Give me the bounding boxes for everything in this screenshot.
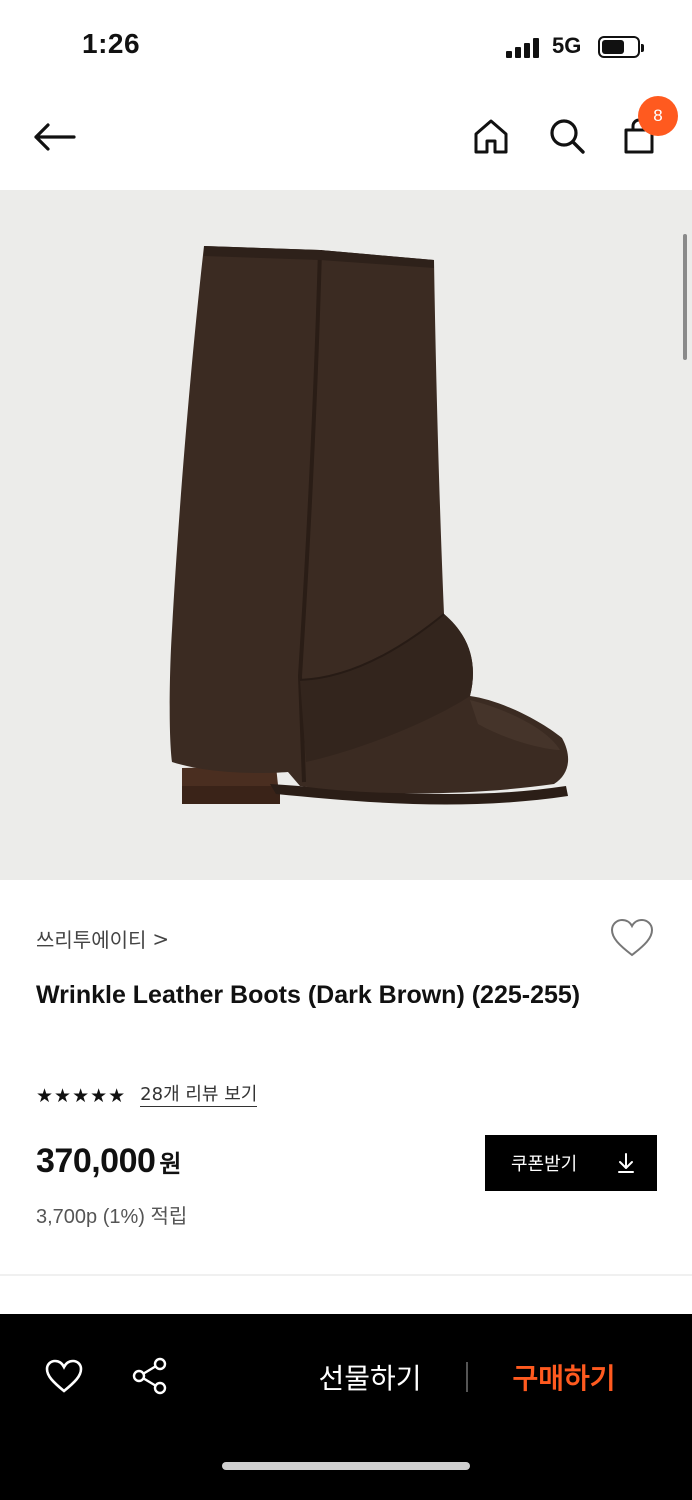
- status-bar: 1:26 5G: [0, 0, 692, 90]
- back-button[interactable]: [28, 115, 80, 159]
- bottom-wishlist-button[interactable]: [42, 1354, 86, 1398]
- share-button[interactable]: [128, 1354, 172, 1398]
- share-icon: [132, 1357, 167, 1395]
- image-scrollbar[interactable]: [683, 234, 687, 360]
- boot-illustration: [169, 246, 569, 805]
- gift-button[interactable]: 선물하기: [300, 1354, 440, 1400]
- reward-points: 3,700p (1%) 적립: [36, 1206, 188, 1228]
- price-value: 370,000: [36, 1142, 156, 1180]
- signal-strength-icon: [506, 38, 544, 58]
- section-divider: [0, 1274, 692, 1276]
- cart-count-badge: 8: [638, 96, 678, 136]
- back-arrow-icon: [34, 123, 76, 151]
- network-label: 5G: [552, 33, 582, 58]
- download-icon: [618, 1153, 634, 1173]
- heart-icon: [45, 1359, 83, 1393]
- wishlist-button[interactable]: [606, 914, 658, 962]
- home-indicator[interactable]: [222, 1462, 470, 1470]
- top-nav-bar: [0, 95, 692, 185]
- action-divider: [466, 1362, 468, 1392]
- review-link[interactable]: 28개 리뷰 보기: [140, 1084, 258, 1107]
- star-rating-icon: ★★★★★: [36, 1084, 127, 1107]
- price: 370,000 원: [36, 1142, 182, 1181]
- price-unit: 원: [159, 1150, 182, 1178]
- battery-icon: [598, 36, 644, 58]
- home-button[interactable]: [468, 113, 514, 159]
- status-time: 1:26: [82, 28, 141, 59]
- buy-button[interactable]: 구매하기: [494, 1354, 634, 1400]
- coupon-label: 쿠폰받기: [511, 1154, 578, 1175]
- bottom-action-bar: 선물하기 구매하기: [0, 1314, 692, 1500]
- product-image[interactable]: [0, 190, 692, 880]
- home-icon: [474, 119, 508, 154]
- product-title: Wrinkle Leather Boots (Dark Brown) (225-…: [36, 981, 581, 1009]
- heart-outline-icon: [610, 918, 654, 957]
- brand-name: 쓰리투에이티: [36, 928, 147, 952]
- chevron-right-icon: >: [152, 926, 170, 951]
- search-button[interactable]: [544, 113, 590, 159]
- search-icon: [550, 119, 585, 154]
- rating-row: ★★★★★ 28개 리뷰 보기: [36, 1084, 258, 1107]
- coupon-button[interactable]: 쿠폰받기: [485, 1135, 657, 1191]
- brand-link[interactable]: 쓰리투에이티 >: [36, 924, 169, 953]
